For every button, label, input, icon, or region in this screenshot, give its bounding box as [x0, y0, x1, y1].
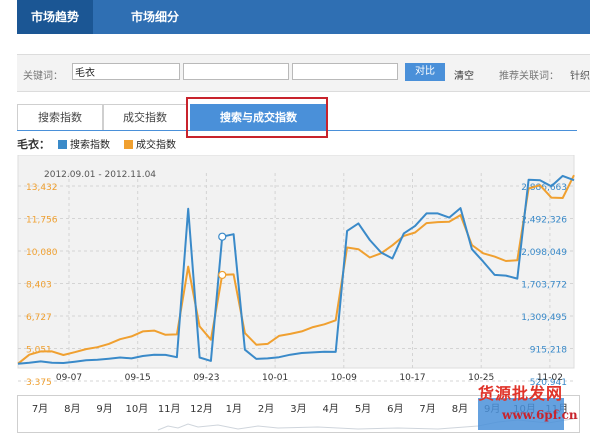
- timeline-month[interactable]: 8月: [445, 396, 475, 424]
- date-range-label: 2012.09.01 - 2012.11.04: [44, 170, 156, 180]
- timeline-month[interactable]: 4月: [316, 396, 346, 424]
- watermark-url: www.6pf.cn: [502, 408, 578, 422]
- keyword-input-2[interactable]: [183, 63, 289, 80]
- legend-keyword: 毛衣：: [17, 138, 50, 151]
- x-tick-label: 09-07: [56, 373, 82, 383]
- compare-button[interactable]: 对比: [405, 63, 445, 81]
- timeline-month[interactable]: 8月: [57, 396, 87, 424]
- x-tick-label: 10-17: [399, 373, 425, 383]
- timeline-month[interactable]: 7月: [25, 396, 55, 424]
- keyword-input-1[interactable]: [72, 63, 180, 80]
- recommend-label: 推荐关联词：: [499, 71, 559, 82]
- chart-legend: 毛衣： 搜索指数 成交指数: [17, 137, 176, 153]
- y-right-tick-label: 2,492,326: [521, 216, 567, 226]
- timeline-month[interactable]: 6月: [380, 396, 410, 424]
- legend-swatch-search: [57, 140, 67, 149]
- x-tick-label: 10-01: [262, 373, 288, 383]
- tab-search-index[interactable]: 搜索指数: [17, 104, 103, 130]
- keyword-input-3[interactable]: [292, 63, 398, 80]
- keyword-label: 关键词：: [23, 71, 63, 82]
- timeline-month[interactable]: 10月: [122, 396, 152, 424]
- tab-market-trend[interactable]: 市场趋势: [17, 0, 93, 34]
- highlight-box: [186, 97, 328, 138]
- watermark-text: 货源批发网: [478, 384, 564, 403]
- top-nav: 市场趋势 市场细分: [17, 0, 590, 34]
- data-point-marker[interactable]: [218, 270, 227, 280]
- legend-deal-label[interactable]: 成交指数: [136, 140, 176, 151]
- y-left-tick-label: 8,403: [26, 281, 52, 291]
- tab-deal-index[interactable]: 成交指数: [103, 104, 187, 130]
- legend-swatch-deal: [123, 140, 133, 149]
- x-tick-label: 09-23: [193, 373, 219, 383]
- clear-button[interactable]: 清空: [454, 67, 474, 82]
- timeline-month[interactable]: 1月: [219, 396, 249, 424]
- trend-chart-svg: 13,432 2,886,66311,756 2,492,32610,080 2,09…: [17, 154, 575, 388]
- timeline-month[interactable]: 3月: [283, 396, 313, 424]
- x-tick-label: 09-15: [125, 373, 151, 383]
- y-left-tick-label: 10,080: [26, 248, 58, 258]
- timeline-month[interactable]: 2月: [251, 396, 281, 424]
- y-left-tick-label: 3,375: [26, 378, 52, 385]
- keyword-search-bar: 关键词： 对比 清空 推荐关联词： 针织: [17, 54, 590, 92]
- plot-background: [17, 154, 575, 369]
- timeline-month[interactable]: 9月: [90, 396, 120, 424]
- y-right-tick-label: 1,309,495: [521, 313, 567, 323]
- y-left-tick-label: 11,756: [26, 216, 58, 226]
- y-right-tick-label: 2,098,049: [521, 248, 567, 258]
- timeline-month[interactable]: 11月: [154, 396, 184, 424]
- timeline-month[interactable]: 5月: [348, 396, 378, 424]
- timeline-month[interactable]: 12月: [187, 396, 217, 424]
- legend-search-label[interactable]: 搜索指数: [70, 140, 110, 151]
- y-right-tick-label: 1,703,772: [521, 281, 567, 291]
- recommend-keyword[interactable]: 针织: [570, 67, 590, 82]
- trend-chart: 13,432 2,886,663 11,756 2,492,326 10,080 2,09…: [17, 154, 590, 388]
- x-tick-label: 10-09: [331, 373, 357, 383]
- y-right-tick-label: 915,218: [530, 346, 567, 356]
- tab-market-segment[interactable]: 市场细分: [117, 0, 193, 34]
- timeline-month[interactable]: 7月: [413, 396, 443, 424]
- data-point-marker[interactable]: [218, 232, 227, 241]
- y-left-tick-label: 6,727: [26, 313, 52, 323]
- y-left-tick-label: 13,432: [26, 183, 58, 193]
